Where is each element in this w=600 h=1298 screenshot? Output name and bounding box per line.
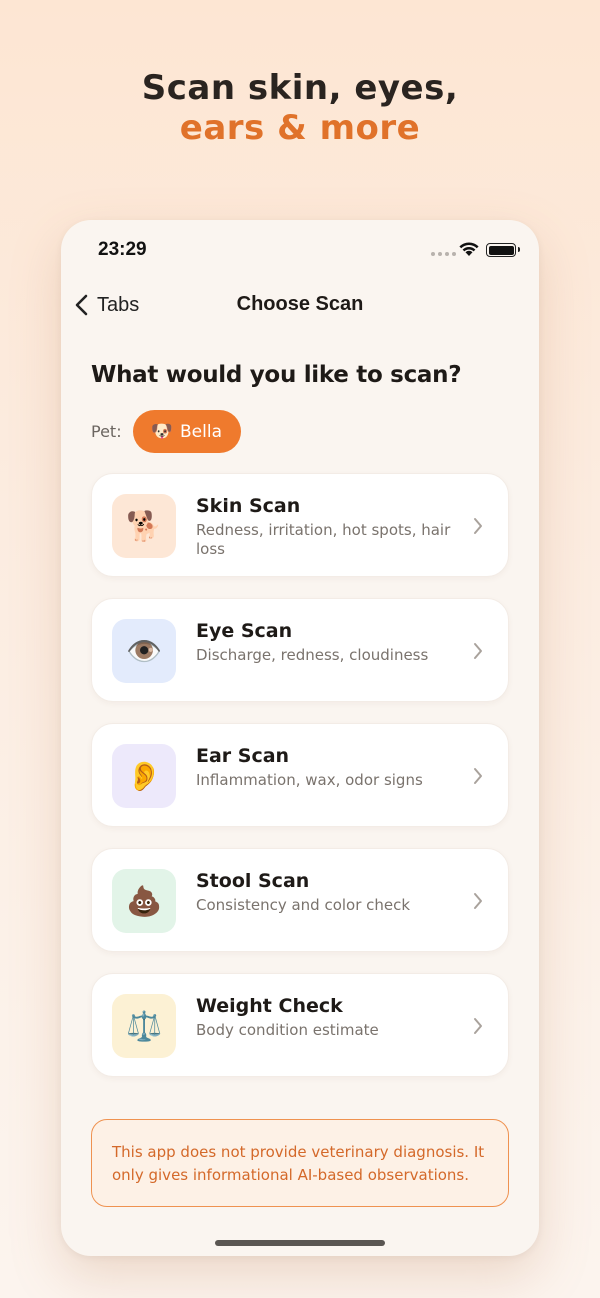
scan-subtitle: Consistency and color check xyxy=(196,896,411,914)
chevron-right-icon xyxy=(474,893,482,909)
nav-bar: Tabs Choose Scan xyxy=(61,288,539,324)
scan-card-weight[interactable]: ⚖️ Weight Check Body condition estimate xyxy=(91,973,509,1077)
signal-icon xyxy=(431,252,456,256)
scan-subtitle: Redness, irritation, hot spots, hair los… xyxy=(196,521,451,558)
disclaimer-notice: This app does not provide veterinary dia… xyxy=(91,1119,509,1207)
ear-icon: 👂 xyxy=(112,744,176,808)
scan-title: Stool Scan xyxy=(196,870,310,892)
scan-card-eye[interactable]: 👁️ Eye Scan Discharge, redness, cloudine… xyxy=(91,598,509,702)
scan-subtitle: Inflammation, wax, odor signs xyxy=(196,771,423,789)
scan-title: Weight Check xyxy=(196,995,343,1017)
scan-card-stool[interactable]: 💩 Stool Scan Consistency and color check xyxy=(91,848,509,952)
hero-line-2: ears & more xyxy=(179,108,421,148)
scan-title: Ear Scan xyxy=(196,745,290,767)
scan-title: Skin Scan xyxy=(196,495,301,517)
hero-line-1: Scan skin, eyes, xyxy=(141,68,459,108)
scan-subtitle: Discharge, redness, cloudiness xyxy=(196,646,429,664)
battery-icon xyxy=(486,243,520,257)
chevron-right-icon xyxy=(474,518,482,534)
hero-headline: Scan skin, eyes, ears & more xyxy=(0,68,600,148)
scan-list: 🐕 Skin Scan Redness, irritation, hot spo… xyxy=(91,473,509,1098)
status-bar: 23:29 xyxy=(61,238,539,264)
chevron-right-icon xyxy=(474,1018,482,1034)
poop-icon: 💩 xyxy=(112,869,176,933)
pet-name: Bella xyxy=(180,421,223,442)
scan-subtitle: Body condition estimate xyxy=(196,1021,379,1039)
pet-label: Pet: xyxy=(91,422,122,441)
wifi-icon xyxy=(459,242,479,256)
eye-icon: 👁️ xyxy=(112,619,176,683)
dog-face-icon: 🐶 xyxy=(150,421,174,442)
scan-title: Eye Scan xyxy=(196,620,293,642)
phone-frame: 23:29 Tabs Choose Scan What would you li… xyxy=(61,220,539,1256)
pet-chip[interactable]: 🐶 Bella xyxy=(132,410,242,453)
section-heading: What would you like to scan? xyxy=(91,362,462,388)
chevron-right-icon xyxy=(474,768,482,784)
page-title: Choose Scan xyxy=(236,293,364,315)
home-indicator[interactable] xyxy=(215,1240,385,1246)
scan-card-ear[interactable]: 👂 Ear Scan Inflammation, wax, odor signs xyxy=(91,723,509,827)
chevron-right-icon xyxy=(474,643,482,659)
pet-selector: Pet: 🐶 Bella xyxy=(91,410,242,453)
dog-icon: 🐕 xyxy=(112,494,176,558)
scale-icon: ⚖️ xyxy=(112,994,176,1058)
scan-card-skin[interactable]: 🐕 Skin Scan Redness, irritation, hot spo… xyxy=(91,473,509,577)
status-time: 23:29 xyxy=(98,239,147,260)
